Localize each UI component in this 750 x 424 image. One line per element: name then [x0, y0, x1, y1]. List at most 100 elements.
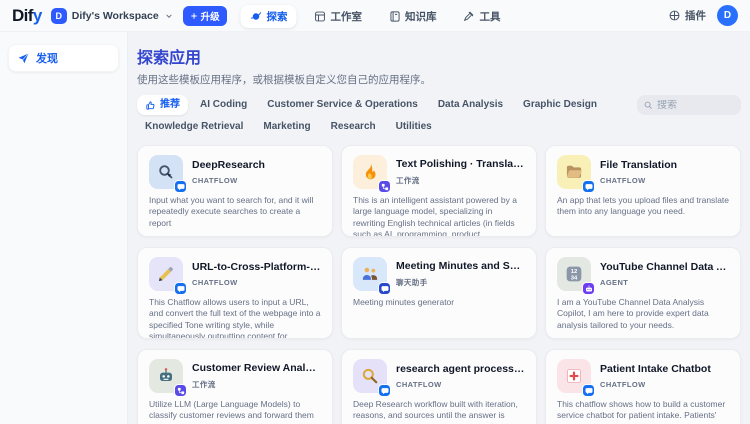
tab-label: Utilities	[396, 121, 432, 133]
tab-label: Customer Service & Operations	[267, 99, 418, 111]
upgrade-button[interactable]: 升级	[183, 6, 227, 26]
tab-label: AI Coding	[200, 99, 247, 111]
app-card-type: CHATFLOW	[600, 380, 729, 389]
explore-icon	[250, 10, 263, 23]
search-input[interactable]	[657, 100, 735, 111]
robot-icon	[149, 359, 183, 393]
dify-app: Dify D Dify's Workspace 升级 探索 工作室 知识库 工具	[0, 0, 750, 424]
nav-item-label: 探索	[267, 9, 288, 24]
app-card[interactable]: DeepResearchCHATFLOWInput what you want …	[137, 145, 333, 237]
top-header: Dify D Dify's Workspace 升级 探索 工作室 知识库 工具	[0, 0, 750, 32]
tab-graphic-design[interactable]: Graphic Design	[515, 95, 605, 115]
app-type-badge-icon	[378, 384, 391, 397]
app-card[interactable]: research agent process flow CHATFLOW Deep …	[341, 349, 537, 424]
svg-text:34: 34	[571, 276, 578, 282]
app-card-type: 工作流	[192, 379, 321, 390]
app-card[interactable]: Customer Review Analysis Workflow 工作流 Util…	[137, 349, 333, 424]
app-card-title: research agent process flow	[396, 363, 525, 376]
explore-main: 探索应用 使用这些模板应用程序，或根据模板自定义您自己的应用程序。 推荐AI C…	[128, 32, 750, 424]
app-card-description: An app that lets you upload files and tr…	[557, 195, 729, 218]
app-card-title: URL-to-Cross-Platform-Copywriting	[192, 261, 321, 274]
app-card-description: This chatflow shows how to build a custo…	[557, 399, 729, 424]
tools-icon	[463, 10, 476, 23]
app-card-title: Patient Intake Chatbot	[600, 363, 729, 376]
tab-marketing[interactable]: Marketing	[255, 117, 318, 137]
nav-item-label: 知识库	[405, 9, 437, 24]
hospital-icon	[557, 359, 591, 393]
dify-logo: Dify	[12, 6, 42, 26]
app-card-type: CHATFLOW	[192, 278, 321, 287]
app-type-badge-icon	[582, 180, 595, 193]
thumbs-up-icon	[145, 100, 156, 111]
studio-icon	[314, 10, 327, 23]
search-icon	[149, 155, 183, 189]
sidebar-item-label: 发现	[36, 50, 58, 66]
sidebar: 发现	[0, 32, 128, 424]
workspace-selector[interactable]: D Dify's Workspace	[51, 8, 174, 24]
plugins-label: 插件	[685, 8, 706, 23]
logo-text-blue: y	[33, 6, 42, 26]
people-icon	[353, 257, 387, 291]
app-card-title: DeepResearch	[192, 159, 321, 172]
app-card[interactable]: 1234 YouTube Channel Data Analysis AGENT I …	[545, 247, 741, 339]
nav-item-studio[interactable]: 工作室	[305, 5, 372, 28]
app-card-type: 工作流	[396, 175, 525, 186]
tab-label: Research	[331, 121, 376, 133]
app-card-description: I am a YouTube Channel Data Analysis Cop…	[557, 297, 729, 331]
app-card-title: Customer Review Analysis Workflow	[192, 362, 321, 375]
folder-icon	[557, 155, 591, 189]
page-subtitle: 使用这些模板应用程序，或根据模板自定义您自己的应用程序。	[137, 72, 741, 87]
category-tabs: 推荐 AI Coding Customer Service & Operations…	[137, 95, 629, 137]
pencil-icon	[149, 257, 183, 291]
svg-text:12: 12	[571, 269, 578, 275]
app-card-description: Deep Research workflow built with iterat…	[353, 399, 525, 424]
search-box	[637, 95, 741, 115]
tab-research[interactable]: Research	[323, 117, 384, 137]
app-card-grid: DeepResearchCHATFLOWInput what you want …	[137, 145, 741, 424]
app-type-badge-icon	[582, 282, 595, 295]
tab-label: Data Analysis	[438, 99, 503, 111]
tab-推荐[interactable]: 推荐	[137, 95, 188, 115]
app-card-type: CHATFLOW	[396, 380, 525, 389]
app-card[interactable]: File TranslationCHATFLOWAn app that lets…	[545, 145, 741, 237]
app-type-badge-icon	[378, 180, 391, 193]
nav-item-knowledge[interactable]: 知识库	[379, 5, 446, 28]
sidebar-item-discover[interactable]: 发现	[8, 44, 119, 72]
nav-item-label: 工作室	[331, 9, 363, 24]
workspace-name: Dify's Workspace	[72, 10, 159, 22]
tab-label: Knowledge Retrieval	[145, 121, 243, 133]
tab-label: Marketing	[263, 121, 310, 133]
nav-item-explore[interactable]: 探索	[241, 5, 297, 28]
upgrade-label: 升级	[201, 9, 220, 23]
tab-utilities[interactable]: Utilities	[388, 117, 440, 137]
app-card[interactable]: Text Polishing · Translation Tool 工作流 This…	[341, 145, 537, 237]
user-avatar[interactable]: D	[717, 5, 738, 26]
app-type-badge-icon	[378, 282, 391, 295]
app-card[interactable]: URL-to-Cross-Platform-Copywriting CHATFLO…	[137, 247, 333, 339]
tab-label: Graphic Design	[523, 99, 597, 111]
tab-label: 推荐	[160, 99, 180, 111]
app-card-title: File Translation	[600, 159, 729, 172]
app-card-description: Utilize LLM (Large Language Models) to c…	[149, 399, 321, 424]
magnifier-icon	[353, 359, 387, 393]
tab-ai-coding[interactable]: AI Coding	[192, 95, 255, 115]
app-card[interactable]: Meeting Minutes and Summary聊天助手Meeting m…	[341, 247, 537, 339]
tab-data-analysis[interactable]: Data Analysis	[430, 95, 511, 115]
app-card-title: YouTube Channel Data Analysis	[600, 261, 729, 274]
main-nav: 探索 工作室 知识库 工具	[241, 0, 510, 32]
app-card[interactable]: Patient Intake Chatbot CHATFLOW This chatf…	[545, 349, 741, 424]
plugins-icon	[668, 9, 681, 22]
app-card-title: Text Polishing · Translation Tool	[396, 158, 525, 171]
app-card-description: This is an intelligent assistant powered…	[353, 195, 525, 237]
numbers-icon: 1234	[557, 257, 591, 291]
nav-item-tools[interactable]: 工具	[454, 5, 510, 28]
tab-customer-service-operations[interactable]: Customer Service & Operations	[259, 95, 426, 115]
plus-icon	[190, 12, 198, 20]
knowledge-icon	[388, 10, 401, 23]
tab-knowledge-retrieval[interactable]: Knowledge Retrieval	[137, 117, 251, 137]
plugins-button[interactable]: 插件	[668, 8, 706, 23]
app-card-type: 聊天助手	[396, 277, 525, 288]
app-card-type: AGENT	[600, 278, 729, 287]
app-card-description: Meeting minutes generator	[353, 297, 525, 308]
workspace-avatar: D	[51, 8, 67, 24]
